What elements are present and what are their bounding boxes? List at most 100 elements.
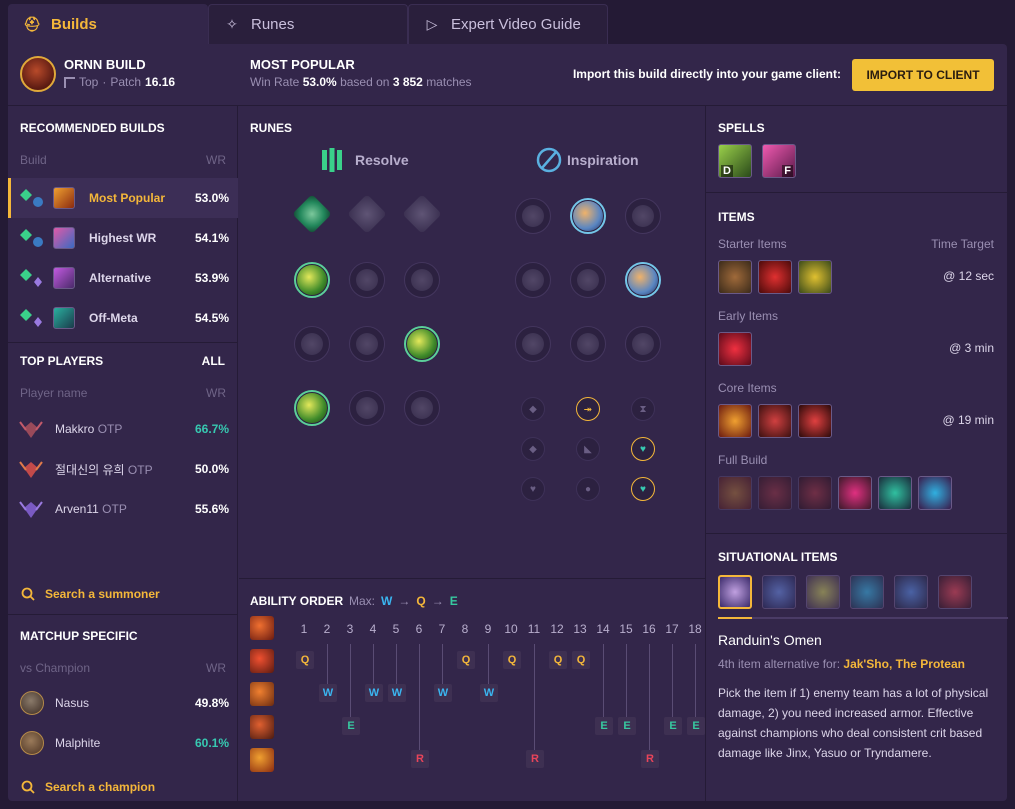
build-row-most-popular[interactable]: Most Popular 53.0% xyxy=(8,178,238,218)
shard-move-speed[interactable]: ◣ xyxy=(576,437,600,461)
rune-second-wind[interactable] xyxy=(349,326,385,362)
rune-demolish[interactable] xyxy=(294,262,330,298)
tab-runes[interactable]: ✧ Runes xyxy=(208,4,408,44)
rank-emblem-icon xyxy=(19,501,43,518)
player-wr: 66.7% xyxy=(194,422,229,436)
rune-overgrowth[interactable] xyxy=(294,390,330,426)
health-potion-item[interactable] xyxy=(758,260,792,294)
role-label: Top xyxy=(79,75,99,89)
player-row[interactable]: Arven11 OTP 55.6% xyxy=(8,491,238,527)
rune-aftershock-keystone[interactable] xyxy=(347,194,387,234)
sunfire-aegis-item[interactable] xyxy=(718,404,752,438)
patch-label: Patch xyxy=(110,75,142,89)
situational-item-3[interactable] xyxy=(806,575,840,609)
shard-health-scaling-2[interactable]: ♥ xyxy=(631,477,655,501)
rune-bone-plating[interactable] xyxy=(404,326,440,362)
player-name: Makkro OTP xyxy=(55,422,123,436)
build-row-off-meta[interactable]: Off-Meta 54.5% xyxy=(8,298,238,338)
rune-magical-footwear[interactable] xyxy=(570,198,606,234)
rune-biscuit-delivery[interactable] xyxy=(625,262,661,298)
shard-adaptive-force[interactable]: ◆ xyxy=(521,397,545,421)
spell-teleport[interactable]: D xyxy=(718,144,752,178)
shard-ability-haste[interactable]: ⧗ xyxy=(631,397,655,421)
video-icon: ▷ xyxy=(426,16,438,32)
top-players-all-link[interactable]: ALL xyxy=(202,354,225,368)
level-number: 5 xyxy=(392,622,400,636)
level-number: 14 xyxy=(596,622,610,636)
level-connector-line xyxy=(442,644,443,684)
kaenic-rookern-item[interactable] xyxy=(918,476,952,510)
matchup-wr: 60.1% xyxy=(194,736,229,750)
level-connector-line xyxy=(603,644,604,717)
situational-item-5[interactable] xyxy=(894,575,928,609)
items-title: ITEMS xyxy=(718,210,755,224)
shard-tenacity[interactable]: ● xyxy=(576,477,600,501)
doran-shield-item[interactable] xyxy=(718,260,752,294)
ability-badge-r-level-16: R xyxy=(641,750,659,768)
full-build-label: Full Build xyxy=(718,453,768,467)
ability-badge-q-level-8: Q xyxy=(457,651,475,669)
thornmail-item[interactable] xyxy=(798,404,832,438)
situational-item-4[interactable] xyxy=(850,575,884,609)
build-name: Most Popular xyxy=(89,191,166,205)
rune-conditioning[interactable] xyxy=(294,326,330,362)
build-row-highest-wr[interactable]: Highest WR 54.1% xyxy=(8,218,238,258)
ability-badge-w-level-4: W xyxy=(365,684,383,702)
randuins-omen-item[interactable] xyxy=(718,575,752,609)
ruby-crystal-item[interactable] xyxy=(718,332,752,366)
rune-unflinching[interactable] xyxy=(404,390,440,426)
matchup-row[interactable]: Nasus 49.8% xyxy=(8,685,238,721)
rune-grasp-keystone[interactable] xyxy=(292,194,332,234)
full-steelcaps-item[interactable] xyxy=(758,476,792,510)
spell-flash[interactable]: F xyxy=(762,144,796,178)
core-items-label: Core Items xyxy=(718,381,777,395)
matchup-specific-title: MATCHUP SPECIFIC xyxy=(20,629,138,643)
tab-expert-video-guide[interactable]: ▷ Expert Video Guide xyxy=(408,4,608,44)
situational-item-2[interactable] xyxy=(762,575,796,609)
build-row-alternative[interactable]: Alternative 53.9% xyxy=(8,258,238,298)
ability-badge-w-level-9: W xyxy=(480,684,498,702)
divider xyxy=(8,342,238,343)
level-connector-line xyxy=(327,644,328,684)
player-row[interactable]: 절대신의 유희 OTP 50.0% xyxy=(8,451,238,487)
level-connector-line xyxy=(626,644,627,717)
rune-triple-tonic[interactable] xyxy=(515,262,551,298)
rune-cosmic-insight[interactable] xyxy=(515,326,551,362)
full-thornmail-item[interactable] xyxy=(798,476,832,510)
jaksho-item[interactable] xyxy=(878,476,912,510)
shard-health[interactable]: ♥ xyxy=(521,477,545,501)
import-to-client-button[interactable]: IMPORT TO CLIENT xyxy=(852,59,994,91)
situational-item-6[interactable] xyxy=(938,575,972,609)
divider xyxy=(239,578,705,579)
rune-hextech-flashtraption[interactable] xyxy=(515,198,551,234)
rune-time-warp-tonic[interactable] xyxy=(570,262,606,298)
player-row[interactable]: Makkro OTP 66.7% xyxy=(8,411,238,447)
matchup-row[interactable]: Malphite 60.1% xyxy=(8,725,238,761)
shard-adaptive-force-2[interactable]: ◆ xyxy=(521,437,545,461)
patch-value: 16.16 xyxy=(145,75,176,89)
shard-health-scaling[interactable]: ♥ xyxy=(631,437,655,461)
tab-builds[interactable]: ⛑ Builds xyxy=(8,4,208,44)
plated-steelcaps-item[interactable] xyxy=(758,404,792,438)
build-name: Alternative xyxy=(89,271,152,285)
e-ability-icon xyxy=(250,715,274,739)
ability-badge-e-level-14: E xyxy=(595,717,613,735)
search-champion-link[interactable]: Search a champion xyxy=(21,780,155,794)
rune-jack-of-all-trades[interactable] xyxy=(625,326,661,362)
rune-font-of-life[interactable] xyxy=(349,262,385,298)
rune-shield-bash[interactable] xyxy=(404,262,440,298)
rune-revitalize[interactable] xyxy=(349,390,385,426)
full-sunfire-item[interactable] xyxy=(718,476,752,510)
rune-guardian-keystone[interactable] xyxy=(402,194,442,234)
malphite-avatar xyxy=(20,731,44,755)
heartsteel-item[interactable] xyxy=(838,476,872,510)
stealth-ward-item[interactable] xyxy=(798,260,832,294)
max-order: Max: W → Q → E xyxy=(349,594,458,608)
shard-attack-speed[interactable]: ⯮ xyxy=(576,397,600,421)
champion-avatar xyxy=(20,56,56,92)
rune-approach-velocity[interactable] xyxy=(570,326,606,362)
q-ability-icon xyxy=(250,649,274,673)
rune-cash-back[interactable] xyxy=(625,198,661,234)
search-summoner-link[interactable]: Search a summoner xyxy=(21,587,160,601)
situational-items-title: SITUATIONAL ITEMS xyxy=(718,550,838,564)
